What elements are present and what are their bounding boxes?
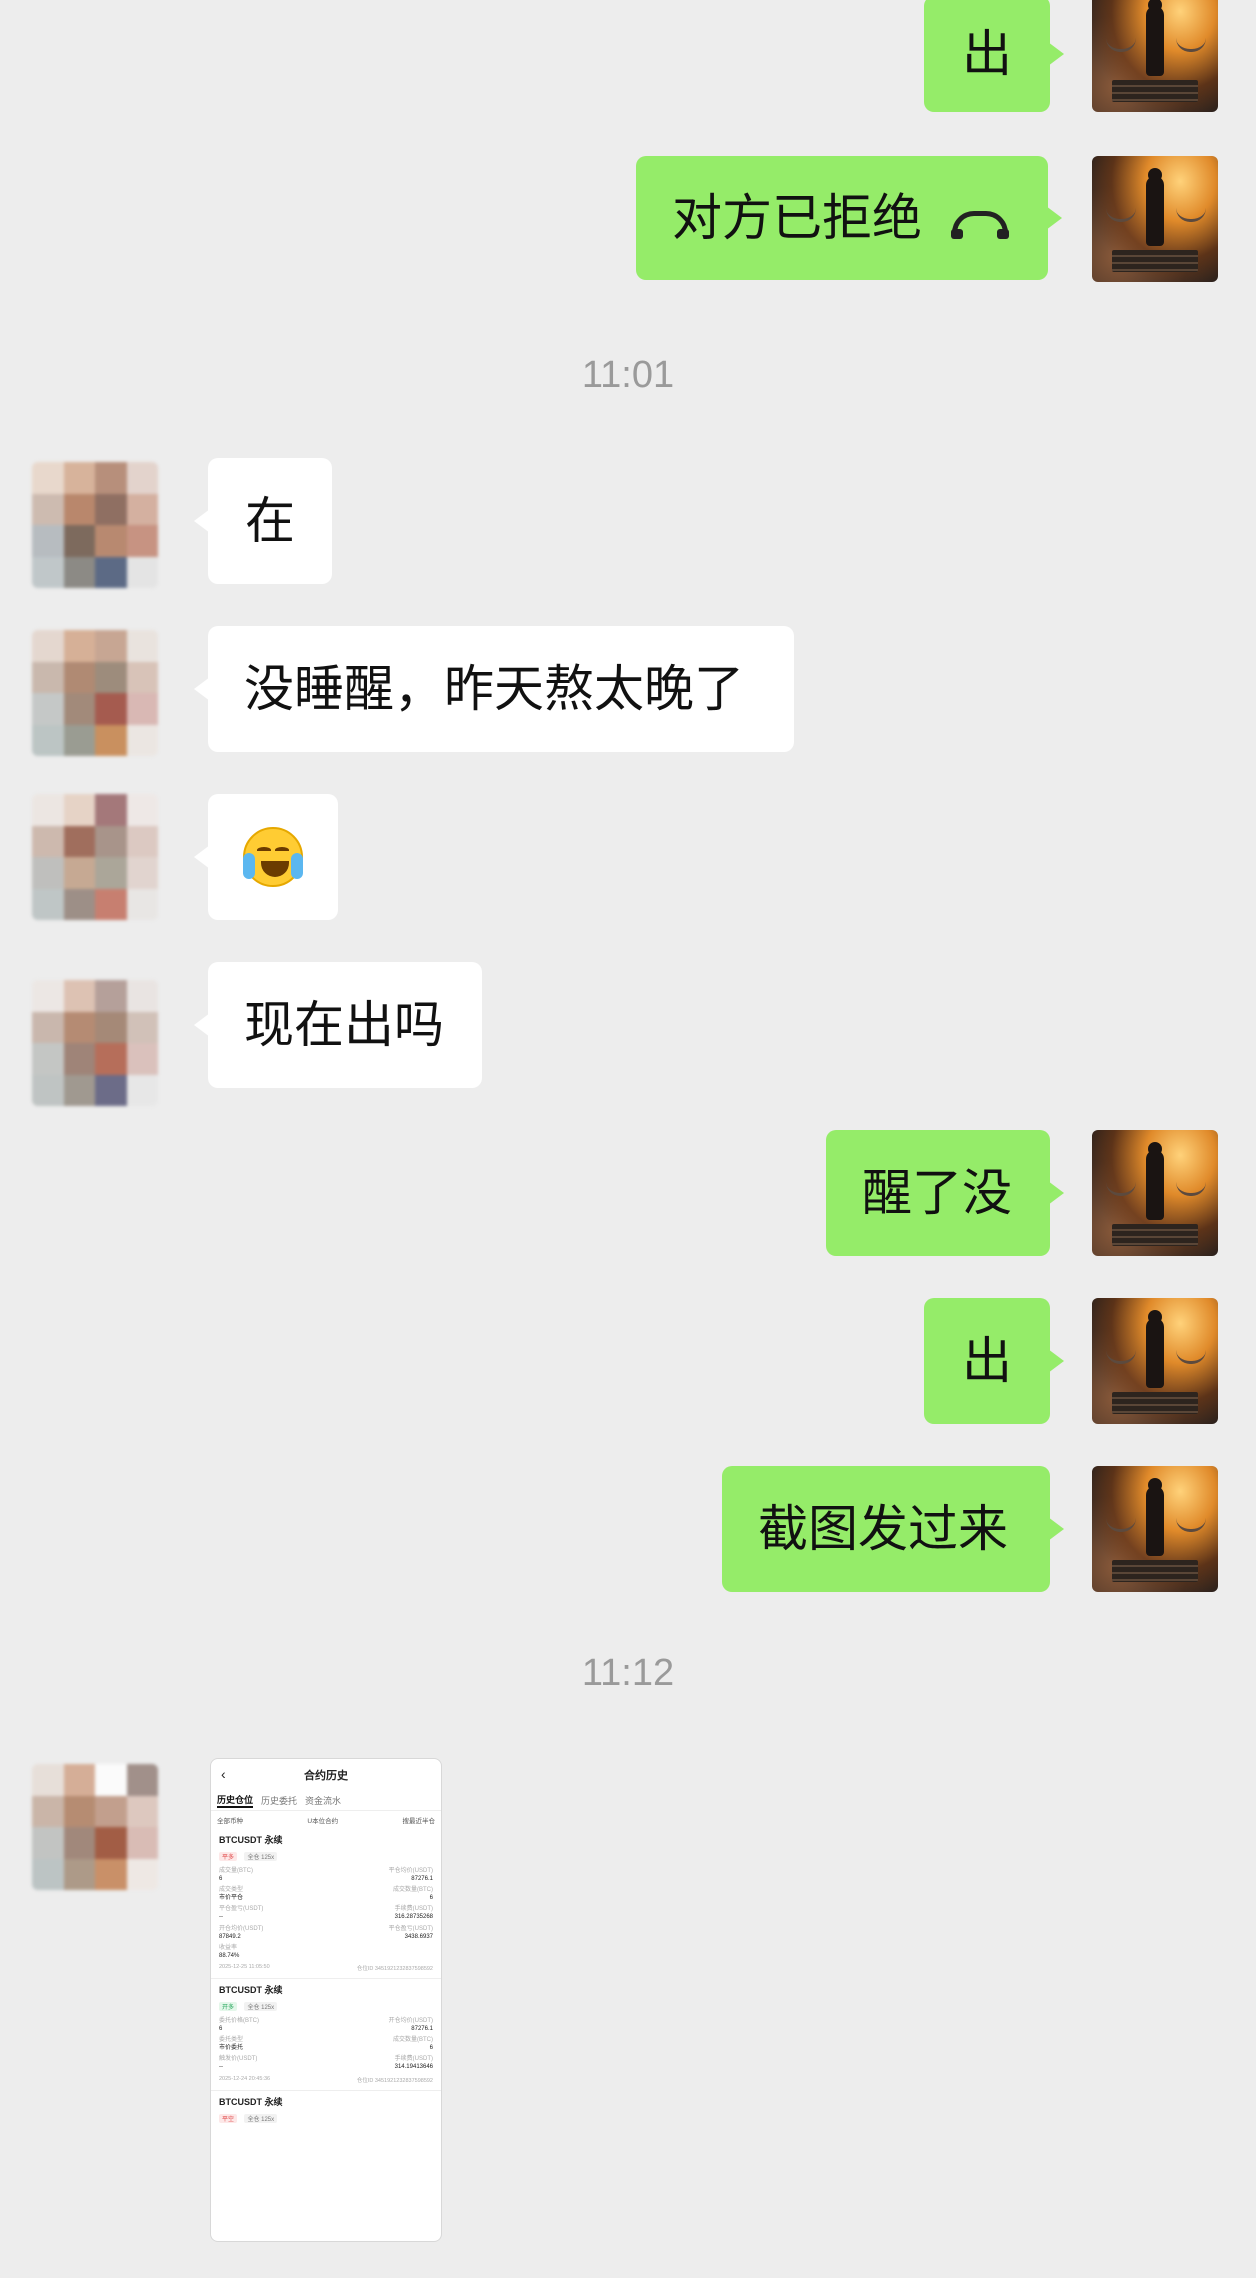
field-value: 87276.1 xyxy=(411,1876,433,1883)
field-value: 市价委托 xyxy=(219,2045,244,2052)
contact-avatar[interactable] xyxy=(32,1764,158,1890)
screenshot-tab: 历史委托 xyxy=(261,1796,298,1806)
field-label: 成交数量(BTC) xyxy=(393,2037,433,2044)
field-label: 开仓均价(USDT) xyxy=(219,1925,264,1932)
position-tag: 平多 xyxy=(219,1852,238,1861)
chat-window: 出 对方已拒绝 11:01 在 没睡醒，昨天熬太晚了 现在出吗 醒了没 出 截图… xyxy=(0,0,1256,2278)
field-label: 手续费(USDT) xyxy=(394,2056,433,2063)
field-value: 87276.1 xyxy=(411,2026,433,2033)
position-time: 2025-12-24 20:45:36 xyxy=(219,2075,271,2082)
message-bubble-other[interactable]: 没睡醒，昨天熬太晚了 xyxy=(194,626,794,752)
self-avatar[interactable] xyxy=(1092,1130,1218,1256)
message-text: 截图发过来 xyxy=(758,1500,1008,1558)
field-value: 88.74% xyxy=(219,1952,240,1959)
message-text: 在 xyxy=(245,492,295,550)
field-label: 平仓均价(USDT) xyxy=(388,1868,433,1874)
message-bubble-self[interactable]: 出 xyxy=(924,1298,1064,1424)
message-text: 对方已拒绝 xyxy=(672,189,922,247)
filter-label: 全部币种 xyxy=(217,1818,243,1825)
position-title: BTCUSDT 永续 xyxy=(219,2096,283,2107)
field-label: 平仓盈亏(USDT) xyxy=(219,1906,264,1913)
screenshot-tab: 资金流水 xyxy=(305,1796,342,1806)
position-id: 仓位ID 3451921232837598592 xyxy=(356,2077,433,2084)
field-label: 委托价格(BTC) xyxy=(219,2017,259,2024)
field-value: 市价平仓 xyxy=(219,1895,244,1902)
screenshot-filters: 全部币种 U本位合约 搜最近半仓 xyxy=(211,1811,441,1829)
field-label: 成交数量(BTC) xyxy=(393,1887,433,1894)
back-arrow-icon: ‹ xyxy=(221,1766,226,1782)
position-id: 仓位ID 3451921232837598592 xyxy=(356,1965,433,1972)
screenshot-tabs: 历史仓位 历史委托 资金流水 xyxy=(211,1791,441,1811)
field-value: -- xyxy=(219,2064,223,2071)
position-card: BTCUSDT 永续 平多 全仓 125x 成交量(BTC) 6 平仓均价(USD… xyxy=(211,1829,441,1979)
field-value: 87849.2 xyxy=(219,1933,241,1940)
position-tag: 全仓 125x xyxy=(244,1852,278,1861)
contact-avatar[interactable] xyxy=(32,980,158,1106)
timestamp: 11:12 xyxy=(581,1652,675,1694)
field-label: 触发价(USDT) xyxy=(219,2056,258,2063)
field-label: 开仓均价(USDT) xyxy=(388,2017,433,2024)
position-time: 2025-12-25 11:05:50 xyxy=(219,1963,270,1970)
field-label: 成交类型 xyxy=(219,1887,244,1894)
message-text: 出 xyxy=(962,1332,1012,1390)
message-bubble-self[interactable]: 出 xyxy=(924,0,1064,112)
message-bubble-self[interactable]: 醒了没 xyxy=(826,1130,1064,1256)
field-label: 委托类型 xyxy=(219,2037,244,2044)
position-tag: 全仓 125x xyxy=(244,2001,278,2011)
filter-label: 搜最近半仓 xyxy=(402,1818,435,1825)
position-tag: 开多 xyxy=(219,2001,238,2011)
message-bubble-other[interactable]: 在 xyxy=(194,458,332,584)
filter-label: U本位合约 xyxy=(307,1818,339,1825)
field-label: 收益率 xyxy=(219,1944,238,1951)
contact-avatar[interactable] xyxy=(32,462,158,588)
emoji-bubble[interactable] xyxy=(194,794,338,920)
contact-avatar[interactable] xyxy=(32,794,158,920)
self-avatar[interactable] xyxy=(1092,1466,1218,1592)
field-value: 316.28735268 xyxy=(394,1914,433,1921)
screenshot-header: ‹ 合约历史 xyxy=(211,1759,441,1791)
position-title: BTCUSDT 永续 xyxy=(219,1984,283,1995)
field-label: 平仓盈亏(USDT) xyxy=(388,1925,433,1932)
self-avatar[interactable] xyxy=(1092,0,1218,112)
self-avatar[interactable] xyxy=(1092,156,1218,282)
field-value: -- xyxy=(219,1914,223,1921)
message-text: 醒了没 xyxy=(862,1164,1012,1222)
field-value: 314.19413646 xyxy=(394,2064,433,2071)
timestamp: 11:01 xyxy=(581,354,675,396)
message-text: 现在出吗 xyxy=(244,996,444,1054)
call-rejected-bubble[interactable]: 对方已拒绝 xyxy=(636,156,1062,280)
field-value: 6 xyxy=(219,2026,223,2033)
position-card: BTCUSDT 永续 开多 全仓 125x 委托价格(BTC) 6 开仓均价(US… xyxy=(211,1979,441,2091)
message-text: 出 xyxy=(962,25,1012,83)
message-text: 没睡醒，昨天熬太晚了 xyxy=(244,660,744,718)
screenshot-title: 合约历史 xyxy=(304,1770,348,1782)
position-tag: 平空 xyxy=(219,2113,238,2123)
field-value: 6 xyxy=(219,1876,223,1883)
position-title: BTCUSDT 永续 xyxy=(219,1835,283,1845)
field-label: 手续费(USDT) xyxy=(394,1906,433,1913)
field-label: 成交量(BTC) xyxy=(219,1868,253,1874)
position-tag: 全仓 125x xyxy=(244,2113,278,2123)
field-value: 3438.6937 xyxy=(404,1933,433,1940)
position-card: BTCUSDT 永续 平空 全仓 125x xyxy=(211,2091,441,2132)
crying-face-emoji-icon xyxy=(243,827,303,887)
hangup-phone-icon xyxy=(951,211,1009,239)
message-bubble-self[interactable]: 截图发过来 xyxy=(722,1466,1064,1592)
contract-history-screenshot[interactable]: ‹ 合约历史 历史仓位 历史委托 资金流水 全部币种 U本位合约 搜最近半仓 B… xyxy=(210,1758,442,2242)
field-value: 6 xyxy=(429,2045,433,2052)
contact-avatar[interactable] xyxy=(32,630,158,756)
self-avatar[interactable] xyxy=(1092,1298,1218,1424)
field-value: 6 xyxy=(429,1895,433,1902)
message-bubble-other[interactable]: 现在出吗 xyxy=(194,962,482,1088)
screenshot-tab: 历史仓位 xyxy=(217,1793,254,1808)
